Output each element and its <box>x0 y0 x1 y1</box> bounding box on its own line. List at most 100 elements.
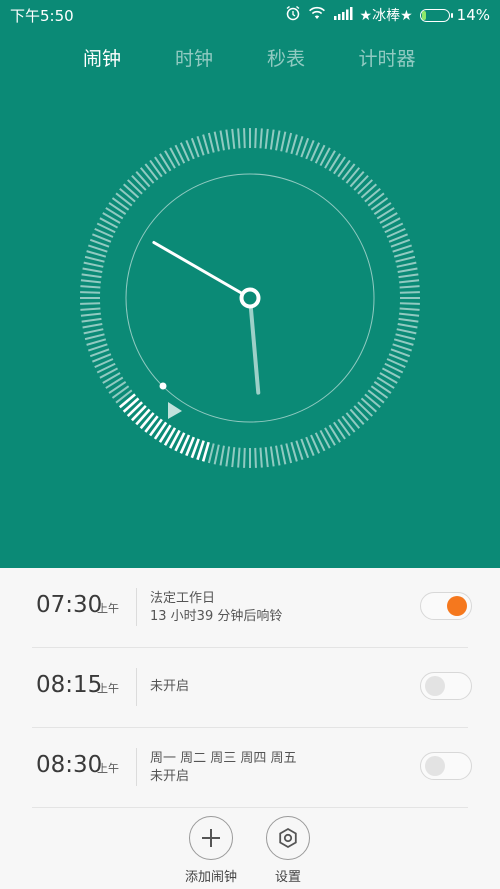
clock-tick <box>396 328 417 335</box>
alarm-row[interactable]: 08:15 上午 未开启 <box>32 648 472 728</box>
clock-tick <box>275 445 281 466</box>
carrier-name: ★冰棒★ <box>359 8 413 24</box>
clock-tick <box>290 134 298 155</box>
clock-tick <box>397 323 418 329</box>
clock-tick <box>201 441 210 462</box>
clock-tick <box>393 338 414 346</box>
alarm-icon <box>285 5 301 25</box>
clock-tick <box>84 333 105 341</box>
alarm-list: 07:30 上午 法定工作日 13 小时39 分钟后响铃 08:15 上午 未开… <box>0 568 500 808</box>
clock-tick <box>399 302 420 305</box>
clock-tick <box>127 179 143 195</box>
clock-tick <box>80 291 101 294</box>
clock-tick <box>82 323 103 329</box>
clock-tick <box>264 128 269 149</box>
clock-tick <box>219 445 225 466</box>
clock-tick <box>122 183 140 199</box>
clock-tick <box>83 328 104 335</box>
status-time: 下午5:50 <box>10 7 74 25</box>
play-marker-icon <box>168 402 182 419</box>
clock-tick <box>392 343 412 352</box>
clock-tick <box>399 307 420 311</box>
clock-tick <box>360 183 378 199</box>
divider <box>136 668 137 706</box>
alarm-description: 未开启 <box>150 678 189 696</box>
battery-level <box>421 10 426 20</box>
clock-tick <box>84 255 105 263</box>
gear-icon <box>266 816 310 860</box>
clock-tick <box>254 128 257 149</box>
alarm-toggle[interactable] <box>420 672 472 700</box>
clock-tick <box>353 405 369 421</box>
add-alarm-button[interactable]: 添加闹钟 <box>171 816 251 885</box>
divider <box>136 588 137 626</box>
clock-tick <box>86 338 107 346</box>
tab-bar: 闹钟 时钟 秒表 计时器 <box>0 44 500 76</box>
alarm-ampm: 上午 <box>97 762 119 775</box>
settings-button[interactable]: 设置 <box>248 816 328 885</box>
clock-tick <box>395 255 416 263</box>
bottom-actions: 添加闹钟 设置 <box>0 810 500 889</box>
clock-tick <box>80 312 101 317</box>
status-bar: 下午5:50 ★冰棒★ 14% <box>0 0 500 30</box>
clock-tick <box>269 446 275 467</box>
alarm-marker-dot <box>159 382 167 390</box>
clock-tick <box>357 401 373 417</box>
clock-tick <box>398 273 419 279</box>
clock-tick <box>237 128 241 149</box>
clock-tick <box>118 393 136 409</box>
clock-tick <box>280 131 287 152</box>
clock-tick <box>135 408 151 426</box>
clock-tick <box>295 440 304 460</box>
alarm-toggle[interactable] <box>420 752 472 780</box>
clock-tick <box>80 279 101 284</box>
clock-tick <box>122 397 140 413</box>
alarm-ampm: 上午 <box>97 602 119 615</box>
clock-tick <box>231 447 236 468</box>
clock-tick <box>393 250 414 258</box>
status-icons: ★冰棒★ 14% <box>285 5 490 25</box>
settings-label: 设置 <box>274 870 301 885</box>
wifi-icon <box>308 6 326 24</box>
alarm-time: 08:30 <box>36 752 103 778</box>
clock-tick <box>207 443 215 464</box>
clock-header: 下午5:50 ★冰棒★ 14% 闹钟 时钟 秒表 计时器 <box>0 0 500 568</box>
clock-tick <box>83 261 104 268</box>
clock-tick <box>345 167 361 184</box>
clock-tick <box>196 136 205 156</box>
clock-tick <box>275 130 281 151</box>
clock-tick <box>213 444 220 465</box>
toggle-knob <box>425 676 445 696</box>
tab-alarm[interactable]: 闹钟 <box>62 44 142 71</box>
clock-tick <box>225 129 231 150</box>
tab-stopwatch[interactable]: 秒表 <box>246 44 326 71</box>
clock-tick <box>353 175 369 191</box>
clock-tick <box>259 128 263 149</box>
clock-tick <box>225 446 231 467</box>
tab-clock[interactable]: 时钟 <box>154 44 234 71</box>
alarm-time: 08:15 <box>36 672 103 698</box>
clock-tick <box>135 170 151 188</box>
divider <box>136 748 137 786</box>
clock-tick <box>144 163 159 181</box>
clock-tick <box>80 302 101 305</box>
alarm-toggle[interactable] <box>420 592 472 620</box>
clock-tick <box>139 167 155 184</box>
clock-tick <box>202 134 210 155</box>
alarm-row[interactable]: 08:30 上午 周一 周二 周三 周四 周五 未开启 <box>32 728 472 808</box>
clock-tick <box>367 192 385 207</box>
clock-tick <box>237 447 241 468</box>
clock-tick <box>243 128 246 149</box>
toggle-knob <box>425 756 445 776</box>
clock-tick <box>345 412 361 429</box>
clock-center <box>239 287 261 309</box>
clock-tick <box>81 317 102 323</box>
clock-tick <box>81 273 102 279</box>
alarm-time: 07:30 <box>36 592 103 618</box>
clock-tick <box>367 389 385 404</box>
clock-tick <box>213 131 220 152</box>
alarm-row[interactable]: 07:30 上午 法定工作日 13 小时39 分钟后响铃 <box>32 568 472 648</box>
hour-hand <box>248 296 261 395</box>
tab-timer[interactable]: 计时器 <box>347 44 427 71</box>
clock-tick <box>290 441 298 462</box>
